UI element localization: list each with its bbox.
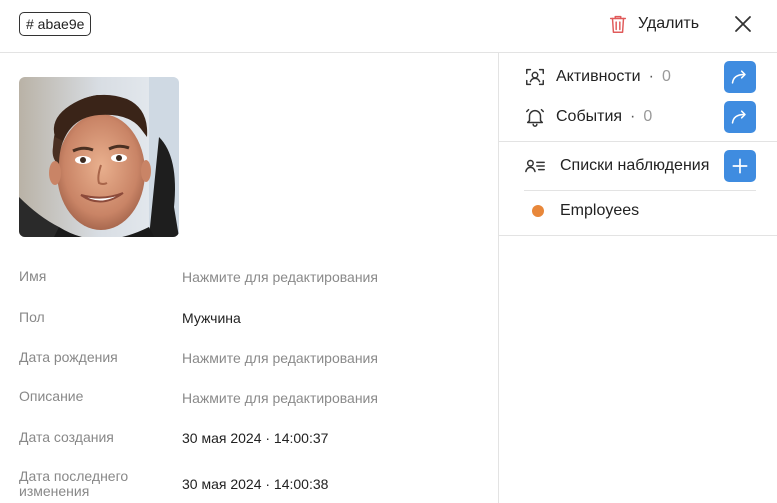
field-label-modified: Дата последнего изменения xyxy=(19,468,129,499)
field-value-created: 30 мая 2024 · 14:00:37 xyxy=(182,430,329,446)
watchlists-label: Списки наблюдения xyxy=(560,157,710,174)
activities-separator: · xyxy=(648,68,654,85)
field-value-name[interactable]: Нажмите для редактирования xyxy=(182,269,378,285)
face-scan-icon xyxy=(526,68,544,86)
bell-icon xyxy=(526,108,544,127)
delete-label: Удалить xyxy=(638,15,700,32)
share-arrow-icon xyxy=(731,110,746,124)
activities-row[interactable]: Активности · 0 xyxy=(499,57,777,97)
watchlists-row[interactable]: Списки наблюдения xyxy=(499,146,777,186)
activities-count: 0 xyxy=(661,68,671,85)
person-photo xyxy=(19,77,179,237)
plus-icon xyxy=(732,158,748,174)
header: # abae9e Удалить xyxy=(0,0,777,53)
avatar[interactable] xyxy=(19,77,179,237)
field-label-created: Дата создания xyxy=(19,429,114,445)
watchlist-color-dot xyxy=(532,205,544,217)
share-arrow-icon xyxy=(731,70,746,84)
divider xyxy=(499,235,777,236)
divider xyxy=(499,141,777,142)
field-label-name: Имя xyxy=(19,268,47,284)
events-row[interactable]: События · 0 xyxy=(499,97,777,137)
field-label-birthdate: Дата рождения xyxy=(19,349,118,365)
close-button[interactable] xyxy=(732,13,754,35)
field-label-description: Описание xyxy=(19,388,84,404)
field-value-gender[interactable]: Мужчина xyxy=(182,310,241,326)
events-separator: · xyxy=(630,108,636,125)
field-value-description[interactable]: Нажмите для редактирования xyxy=(182,390,378,406)
field-value-birthdate[interactable]: Нажмите для редактирования xyxy=(182,350,378,366)
field-value-modified: 30 мая 2024 · 14:00:38 xyxy=(182,476,329,492)
events-count: 0 xyxy=(643,108,653,125)
events-label: События xyxy=(556,108,623,125)
user-list-icon xyxy=(525,159,545,173)
field-label-gender: Пол xyxy=(19,309,45,325)
add-watchlist-button[interactable] xyxy=(724,150,756,182)
trash-icon xyxy=(609,15,627,33)
id-badge[interactable]: # abae9e xyxy=(19,12,92,36)
activities-open-button[interactable] xyxy=(724,61,756,93)
details-pane: Имя Нажмите для редактирования Пол Мужчи… xyxy=(0,53,498,503)
watchlist-item-label: Employees xyxy=(560,202,640,219)
close-icon xyxy=(735,16,751,32)
watchlist-item[interactable]: Employees xyxy=(499,191,777,231)
delete-button[interactable]: Удалить xyxy=(607,12,699,36)
sidebar-pane: Активности · 0 События · 0 Списки наблюд… xyxy=(498,53,777,503)
activities-label: Активности xyxy=(556,68,641,85)
events-open-button[interactable] xyxy=(724,101,756,133)
